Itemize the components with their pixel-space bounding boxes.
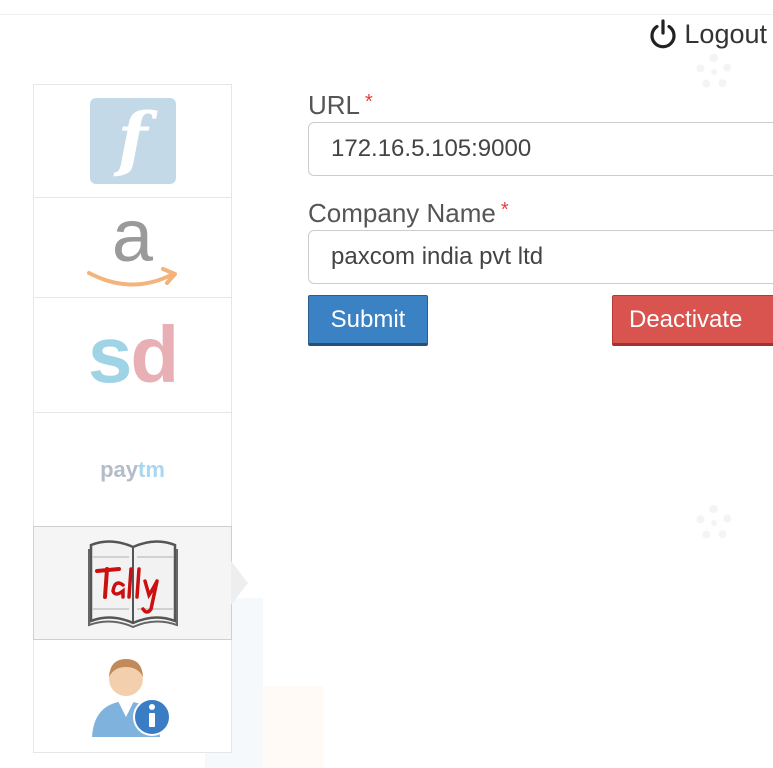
logout-button[interactable]: Logout [647, 18, 767, 50]
flipkart-logo-icon: f [89, 97, 176, 184]
url-input[interactable] [308, 122, 773, 176]
flipkart-logo-letter: f [117, 97, 148, 180]
url-label-text: URL [308, 90, 361, 120]
company-required-marker: * [500, 199, 509, 221]
sidebar-item-flipkart[interactable]: f [34, 85, 231, 198]
background-gear-icon [696, 54, 732, 90]
deactivate-button[interactable]: Deactivate [612, 295, 773, 346]
form-actions: Submit Deactivate [308, 295, 773, 351]
sidebar-item-user-info[interactable] [34, 640, 231, 752]
paytm-logo-pay: pay [100, 456, 139, 482]
snapdeal-logo-s: s [87, 310, 132, 399]
submit-button[interactable]: Submit [308, 295, 428, 346]
tally-settings-form: URL* Company Name* Submit Deactivate [308, 88, 773, 351]
sidebar-item-amazon[interactable]: a [34, 198, 231, 298]
url-label: URL * [308, 88, 773, 122]
paytm-logo-tm: tm [138, 456, 165, 482]
background-gear-icon [696, 505, 732, 541]
active-pointer [231, 561, 248, 605]
snapdeal-logo-d: d [130, 310, 179, 399]
company-name-label: Company Name * [308, 196, 773, 230]
top-divider [0, 14, 773, 15]
amazon-logo-icon: a [83, 198, 183, 293]
sidebar-item-tally[interactable] [33, 526, 248, 640]
url-required-marker: * [365, 91, 373, 113]
user-info-icon [91, 659, 171, 737]
sidebar-item-snapdeal[interactable]: sd [34, 298, 231, 413]
integration-sidebar: f a sd paytm [33, 84, 248, 753]
power-icon [647, 18, 679, 50]
snapdeal-logo-icon: sd [88, 315, 179, 395]
amazon-logo-letter: a [111, 193, 154, 277]
tally-logo-icon [87, 540, 178, 629]
sidebar-item-paytm[interactable]: paytm [34, 413, 231, 527]
page: Logout f a sd paytm URL * 172.16.5.105:9… [0, 0, 773, 768]
background-bar [263, 686, 323, 768]
company-name-label-text: Company Name [308, 198, 496, 228]
paytm-logo-icon: paytm [100, 456, 165, 482]
logout-label: Logout [684, 18, 767, 49]
company-name-input[interactable] [308, 230, 773, 284]
